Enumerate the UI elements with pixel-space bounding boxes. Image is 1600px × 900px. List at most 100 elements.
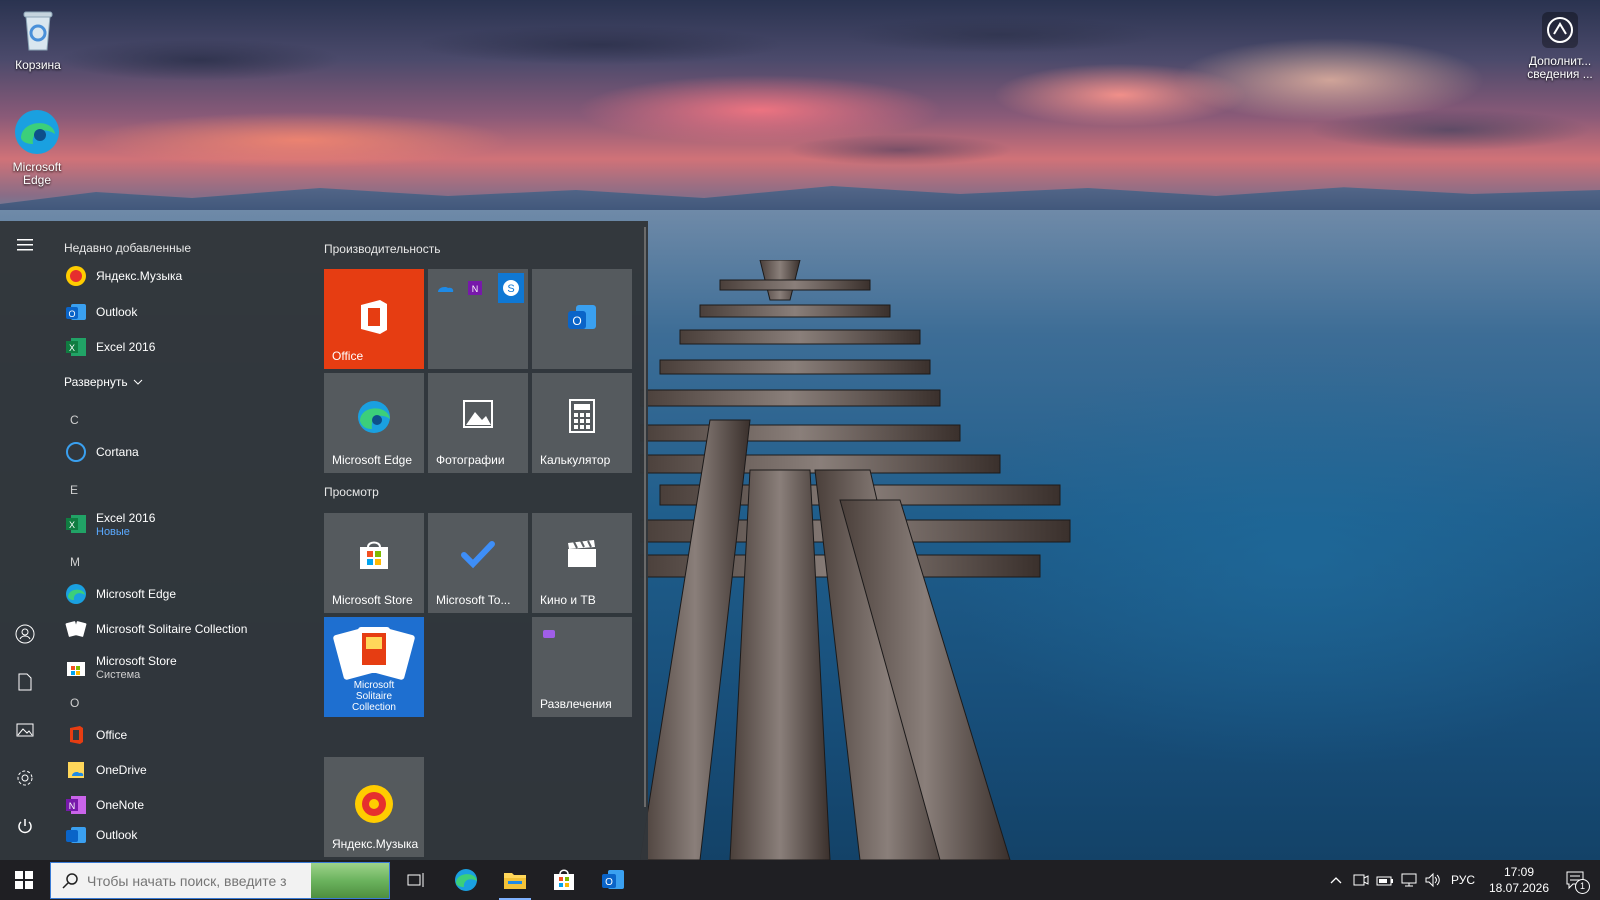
action-center-button[interactable]: 1: [1556, 860, 1596, 900]
app-item-excel[interactable]: X Excel 2016 Новые: [64, 507, 309, 541]
app-item-label: Microsoft Edge: [96, 586, 177, 601]
taskbar-store-button[interactable]: [540, 860, 588, 900]
svg-text:N: N: [472, 284, 479, 294]
user-icon: [15, 624, 35, 644]
app-item-onenote[interactable]: N OneNote: [64, 790, 309, 820]
group-title-browse[interactable]: Просмотр: [324, 485, 379, 499]
task-view-button[interactable]: [392, 860, 440, 900]
power-icon: [18, 819, 32, 834]
taskbar-edge-button[interactable]: [442, 860, 490, 900]
app-item-sublabel: Система: [96, 668, 141, 681]
outlook-icon: [64, 823, 88, 847]
tile-label: Microsoft Solitaire Collection: [352, 680, 396, 713]
app-item-label: OneNote: [96, 797, 145, 812]
app-item-store[interactable]: Microsoft Store Система: [64, 649, 309, 685]
tile-entertainment-folder[interactable]: Развлечения: [532, 617, 632, 717]
search-highlight-image[interactable]: [311, 863, 389, 898]
app-item-solitaire[interactable]: Microsoft Solitaire Collection: [64, 614, 309, 644]
tile-folder-office-apps[interactable]: N S: [428, 269, 528, 369]
tile-calculator[interactable]: Калькулятор: [532, 373, 632, 473]
tile-label: Яндекс.Музыка: [332, 837, 419, 851]
office-apps-mini-icons: N S: [438, 273, 524, 303]
cortana-icon: [64, 440, 88, 464]
svg-text:N: N: [69, 801, 76, 811]
camera-info-icon: [1542, 12, 1578, 48]
search-input[interactable]: [85, 871, 309, 890]
letter-header-c[interactable]: C: [70, 413, 79, 427]
picture-icon: [16, 723, 34, 737]
store-icon: [64, 655, 88, 679]
group-title-productivity[interactable]: Производительность: [324, 242, 440, 256]
letter-header-e[interactable]: E: [70, 483, 78, 497]
tile-label: Microsoft To...: [436, 593, 511, 607]
svg-text:X: X: [69, 520, 75, 530]
tile-outlook[interactable]: O: [532, 269, 632, 369]
expand-button[interactable]: Развернуть: [64, 367, 309, 397]
folder-icon: [504, 873, 526, 889]
solitaire-icon: [64, 617, 88, 641]
letter-header-m[interactable]: M: [70, 555, 80, 569]
svg-text:O: O: [572, 314, 581, 328]
notification-badge: 1: [1575, 879, 1590, 894]
app-item-cortana[interactable]: Cortana: [64, 437, 309, 467]
power-button[interactable]: [13, 814, 37, 838]
battery-plug-icon: [1376, 876, 1393, 886]
edge-desktop-icon[interactable]: Microsoft Edge: [0, 108, 74, 187]
tile-label: Microsoft Edge: [332, 453, 413, 467]
show-hidden-icons-button[interactable]: [1325, 860, 1347, 900]
task-view-icon: [407, 873, 424, 887]
hamburger-menu-button[interactable]: [13, 233, 37, 257]
app-item-office[interactable]: Office: [64, 720, 309, 750]
tile-label: Office: [332, 349, 364, 363]
app-item-excel-recent[interactable]: X Excel 2016: [64, 332, 309, 362]
tiles-scrollbar[interactable]: [644, 227, 646, 807]
taskbar-outlook-button[interactable]: O: [589, 860, 637, 900]
outlook-icon: O: [64, 300, 88, 324]
tile-movies-tv[interactable]: Кино и ТВ: [532, 513, 632, 613]
tile-store[interactable]: Microsoft Store: [324, 513, 424, 613]
start-button[interactable]: [0, 860, 48, 900]
tile-label: Кино и ТВ: [540, 593, 596, 607]
tray-language-button[interactable]: РУС: [1446, 860, 1480, 900]
svg-text:O: O: [605, 877, 613, 888]
letter-header-o[interactable]: O: [70, 696, 79, 710]
documents-button[interactable]: [13, 670, 37, 694]
clock-date: 18.07.2026: [1488, 881, 1550, 895]
app-item-label: Microsoft Store: [96, 653, 177, 668]
app-item-label: Outlook: [96, 304, 138, 319]
yandex-music-icon: [64, 264, 88, 288]
svg-text:X: X: [69, 343, 75, 353]
app-item-outlook-recent[interactable]: O Outlook: [64, 297, 309, 327]
photos-icon: [428, 399, 528, 429]
app-item-label: Cortana: [96, 444, 139, 459]
tray-battery-button[interactable]: [1374, 860, 1396, 900]
tile-yandex-music[interactable]: Яндекс.Музыка: [324, 757, 424, 857]
taskbar-file-explorer-button[interactable]: [491, 860, 539, 900]
tile-label: Фотографии: [436, 453, 505, 467]
recycle-bin-desktop-icon[interactable]: Корзина: [1, 6, 75, 72]
app-item-outlook[interactable]: Outlook: [64, 820, 309, 850]
app-item-onedrive[interactable]: OneDrive: [64, 755, 309, 785]
taskbar-search-box[interactable]: [50, 862, 390, 899]
tray-meet-now-button[interactable]: [1350, 860, 1372, 900]
app-item-label: Excel 2016: [96, 510, 156, 525]
office-icon: [64, 723, 88, 747]
edge-icon: [64, 582, 88, 606]
new-badge: Новые: [96, 525, 130, 538]
spotlight-info-desktop-icon[interactable]: Дополнит... сведения ...: [1522, 10, 1598, 81]
app-item-edge[interactable]: Microsoft Edge: [64, 579, 309, 609]
settings-button[interactable]: [13, 766, 37, 790]
office-icon: [324, 299, 424, 335]
tile-office[interactable]: Office: [324, 269, 424, 369]
tray-clock[interactable]: 17:09 18.07.2026: [1484, 860, 1554, 900]
tray-network-button[interactable]: [1398, 860, 1420, 900]
app-item-yandex-music-recent[interactable]: Яндекс.Музыка: [64, 261, 309, 291]
tile-solitaire[interactable]: Microsoft Solitaire Collection: [324, 617, 424, 717]
store-icon: [324, 539, 424, 571]
tile-todo[interactable]: Microsoft To...: [428, 513, 528, 613]
tray-volume-button[interactable]: [1422, 860, 1444, 900]
pictures-button[interactable]: [13, 718, 37, 742]
tile-edge[interactable]: Microsoft Edge: [324, 373, 424, 473]
tile-photos[interactable]: Фотографии: [428, 373, 528, 473]
account-button[interactable]: [13, 622, 37, 646]
